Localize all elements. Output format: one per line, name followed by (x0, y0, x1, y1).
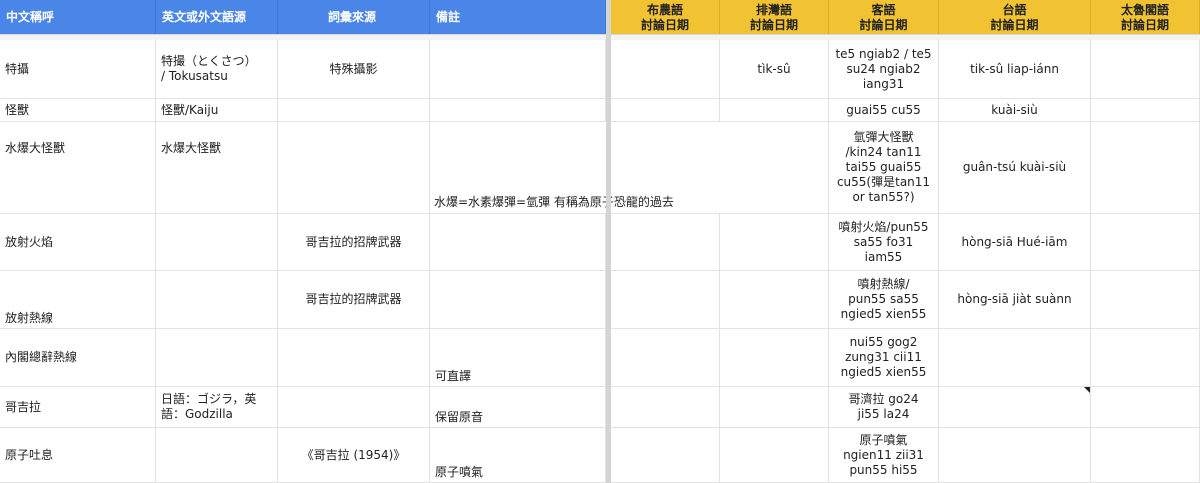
cell-src[interactable]: 特殊攝影 (278, 40, 430, 99)
cell-zh[interactable]: 怪獸 (0, 99, 156, 122)
cell-taroko[interactable] (1091, 40, 1200, 99)
cell-bunun[interactable] (611, 40, 720, 99)
cell-zh[interactable]: 哥吉拉 (0, 387, 156, 428)
cell-taroko[interactable] (1091, 387, 1200, 428)
cell-en[interactable] (156, 214, 278, 271)
cell-note[interactable] (430, 214, 606, 271)
cell-hakka[interactable]: 氫彈大怪獸 /kin24 tan11 tai55 guai55 cu55(彈是t… (829, 122, 939, 214)
cell-zh[interactable]: 原子吐息 (0, 428, 156, 483)
cell-hakka[interactable]: 哥濟拉 go24 ji55 la24 (829, 387, 939, 428)
header-en[interactable]: 英文或外文語源 (156, 0, 278, 35)
cell-bunun[interactable] (611, 271, 720, 329)
header-note[interactable]: 備註 (430, 0, 606, 35)
cell-paiwan[interactable] (720, 99, 829, 122)
cell-zh[interactable]: 水爆大怪獸 (0, 122, 156, 214)
header-paiwan[interactable]: 排灣語 討論日期 (720, 0, 829, 35)
spreadsheet-grid: 中文稱呼 英文或外文語源 詞彙來源 備註 布農語 討論日期 排灣語 討論日期 客… (0, 0, 1200, 483)
cell-note[interactable]: 原子噴氣 (430, 428, 606, 483)
cell-taigi[interactable] (939, 329, 1091, 387)
comment-indicator-icon[interactable] (1084, 387, 1090, 393)
frozen-column-divider[interactable] (606, 0, 611, 483)
cell-hakka[interactable]: te5 ngiab2 / te5 su24 ngiab2 iang31 (829, 40, 939, 99)
cell-taigi[interactable]: hòng-siā Hué-iām (939, 214, 1091, 271)
cell-paiwan[interactable] (720, 387, 829, 428)
cell-src[interactable]: 《哥吉拉 (1954)》 (278, 428, 430, 483)
cell-note[interactable] (430, 99, 606, 122)
cell-note[interactable] (430, 40, 606, 99)
cell-en[interactable]: 水爆大怪獸 (156, 122, 278, 214)
cell-taroko[interactable] (1091, 99, 1200, 122)
cell-taigi[interactable]: hòng-siā jiàt suànn (939, 271, 1091, 329)
cell-src[interactable] (278, 387, 430, 428)
cell-en[interactable]: 日語：ゴジラ，英 語：Godzilla (156, 387, 278, 428)
cell-paiwan[interactable] (720, 428, 829, 483)
note-overflow-text: 水爆=水素爆彈=氫彈 有稱為原子恐龍的過去 (434, 195, 674, 209)
cell-bunun[interactable] (611, 428, 720, 483)
cell-zh[interactable]: 內閣總辭熱線 (0, 329, 156, 387)
cell-note[interactable] (430, 271, 606, 329)
cell-src[interactable] (278, 329, 430, 387)
cell-en[interactable] (156, 428, 278, 483)
cell-taigi[interactable] (939, 428, 1091, 483)
cell-paiwan[interactable]: tìk-sû (720, 40, 829, 99)
cell-taroko[interactable] (1091, 329, 1200, 387)
cell-note[interactable]: 可直譯 (430, 329, 606, 387)
cell-note[interactable]: 保留原音 (430, 387, 606, 428)
cell-hakka[interactable]: 原子噴氣 ngien11 zii31 pun55 hi55 (829, 428, 939, 483)
cell-zh[interactable]: 放射熱線 (0, 271, 156, 329)
cell-paiwan[interactable] (720, 271, 829, 329)
cell-taigi[interactable]: guân-tsú kuài-siù (939, 122, 1091, 214)
cell-bunun[interactable] (611, 387, 720, 428)
header-taigi[interactable]: 台語 討論日期 (939, 0, 1091, 35)
cell-zh[interactable]: 放射火焰 (0, 214, 156, 271)
cell-en[interactable] (156, 271, 278, 329)
cell-bunun[interactable] (611, 214, 720, 271)
cell-en[interactable] (156, 329, 278, 387)
cell-taigi[interactable]: tik-sû liap-iánn (939, 40, 1091, 99)
cell-src[interactable]: 哥吉拉的招牌武器 (278, 271, 430, 329)
header-taroko[interactable]: 太魯閣語 討論日期 (1091, 0, 1200, 35)
cell-taroko[interactable] (1091, 122, 1200, 214)
header-hakka[interactable]: 客語 討論日期 (829, 0, 939, 35)
cell-zh[interactable]: 特攝 (0, 40, 156, 99)
cell-hakka[interactable]: 噴射熱線/ pun55 sa55 ngied5 xien55 (829, 271, 939, 329)
cell-paiwan[interactable] (720, 329, 829, 387)
cell-paiwan[interactable] (720, 122, 829, 214)
cell-taigi[interactable]: kuài-siù (939, 99, 1091, 122)
header-src[interactable]: 詞彙來源 (278, 0, 430, 35)
cell-hakka[interactable]: 噴射火焰/pun55 sa55 fo31 iam55 (829, 214, 939, 271)
cell-bunun[interactable] (611, 99, 720, 122)
cell-src[interactable] (278, 99, 430, 122)
header-bunun[interactable]: 布農語 討論日期 (611, 0, 720, 35)
cell-hakka[interactable]: nui55 gog2 zung31 cii11 ngied5 xien55 (829, 329, 939, 387)
cell-taroko[interactable] (1091, 214, 1200, 271)
cell-src[interactable]: 哥吉拉的招牌武器 (278, 214, 430, 271)
cell-hakka[interactable]: guai55 cu55 (829, 99, 939, 122)
cell-en[interactable]: 怪獸/Kaiju (156, 99, 278, 122)
header-zh[interactable]: 中文稱呼 (0, 0, 156, 35)
cell-bunun[interactable] (611, 329, 720, 387)
cell-en[interactable]: 特撮（とくさつ） / Tokusatsu (156, 40, 278, 99)
cell-taroko[interactable] (1091, 271, 1200, 329)
cell-taigi[interactable] (939, 387, 1091, 428)
cell-taroko[interactable] (1091, 428, 1200, 483)
cell-paiwan[interactable] (720, 214, 829, 271)
cell-src[interactable] (278, 122, 430, 214)
